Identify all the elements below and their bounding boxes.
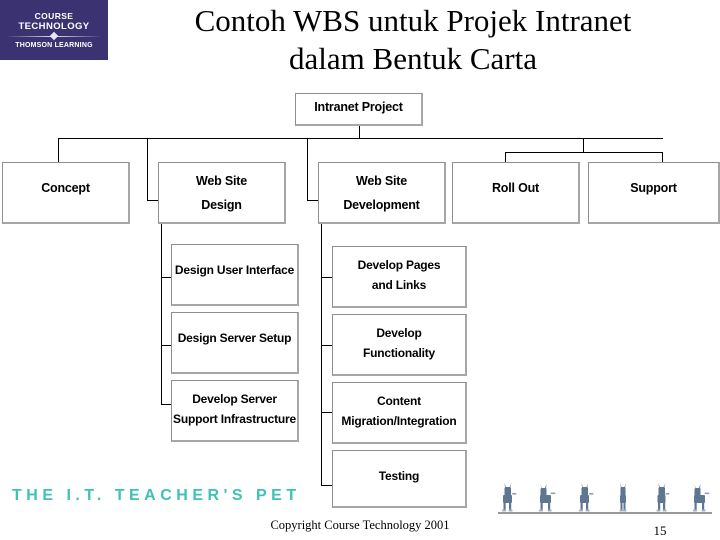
page-number: 15 <box>653 523 667 538</box>
wbs-node-label-line-1: Content <box>377 394 421 408</box>
wbs-node-develop-pages-and-links[interactable]: Develop Pages and Links <box>332 246 467 308</box>
wbs-node-label: Support <box>630 181 677 195</box>
wbs-node-label-line-1: Develop Server <box>192 392 277 406</box>
wbs-node-label-line-1: Web Site <box>196 174 247 188</box>
connector-stub-content-migration <box>321 412 332 413</box>
dog-figurine-icon <box>539 484 556 512</box>
connector-stub-develop-functionality <box>321 345 332 346</box>
wbs-node-design-server-setup[interactable]: Design Server Setup <box>171 312 299 374</box>
wbs-node-support[interactable]: Support <box>588 162 720 224</box>
wbs-node-web-site-design[interactable]: Web Site Design <box>158 162 286 224</box>
connector-elbow-web-site-development <box>307 200 318 201</box>
wbs-node-design-user-interface[interactable]: Design User Interface <box>171 244 299 306</box>
wbs-node-label-line-1: Develop <box>376 326 422 340</box>
connector-drop-web-site-design <box>147 138 148 200</box>
connector-drop-roll-out <box>505 152 506 162</box>
wbs-node-label: Concept <box>41 181 90 195</box>
dog-figurine-row <box>496 478 712 512</box>
connector-spine-design <box>161 224 162 404</box>
connector-drop-support <box>662 152 663 162</box>
wbs-node-concept[interactable]: Concept <box>2 162 130 224</box>
wbs-node-label: Design Server Setup <box>177 331 292 345</box>
wbs-node-label-line-1: Web Site <box>356 174 407 188</box>
connector-spine-development <box>321 224 322 486</box>
wbs-node-intranet-project[interactable]: Intranet Project <box>295 93 423 126</box>
footer-divider <box>498 512 712 514</box>
dog-figurine-icon <box>692 484 710 512</box>
wbs-chart: Intranet Project Concept Web Site Design… <box>0 0 720 540</box>
connector-drop-roll-out-stem <box>583 138 584 153</box>
dog-figurine-icon <box>656 483 670 512</box>
wbs-node-label: Design User Interface <box>174 263 295 277</box>
wbs-node-develop-functionality[interactable]: Develop Functionality <box>332 314 467 376</box>
wbs-node-label-line-2: and Links <box>371 278 427 292</box>
connector-stub-develop-pages <box>321 277 332 278</box>
it-teachers-pet-brand: THE I.T. TEACHER'S PET <box>12 487 301 504</box>
connector-elbow-web-site-design <box>147 200 158 201</box>
wbs-node-label-line-2: Development <box>343 198 420 212</box>
wbs-node-develop-server-support-infrastructure[interactable]: Develop Server Support Infrastructure <box>171 380 299 442</box>
wbs-node-label: Roll Out <box>491 181 539 195</box>
wbs-node-label-line-2: Functionality <box>362 346 436 360</box>
wbs-node-label: Testing <box>378 469 420 483</box>
connector-sub-bus-right <box>505 152 663 153</box>
dog-figurine-icon <box>502 483 517 512</box>
wbs-node-web-site-development[interactable]: Web Site Development <box>318 162 446 224</box>
connector-stub-testing <box>321 485 332 486</box>
connector-drop-web-site-development <box>307 138 308 200</box>
copyright-text: Copyright Course Technology 2001 <box>270 518 450 532</box>
wbs-node-content-migration-integration[interactable]: Content Migration/Integration <box>332 382 467 444</box>
wbs-node-label: Intranet Project <box>314 100 403 114</box>
wbs-node-label-line-2: Support Infrastructure <box>173 412 296 426</box>
dog-figurine-icon <box>619 483 627 512</box>
wbs-node-label-line-2: Design <box>201 198 242 212</box>
wbs-node-label-line-2: Migration/Integration <box>341 414 457 428</box>
dog-figurine-icon <box>578 483 594 512</box>
wbs-node-roll-out[interactable]: Roll Out <box>452 162 580 224</box>
connector-drop-concept <box>58 138 59 162</box>
connector-level2-bus <box>58 138 663 139</box>
wbs-node-label-line-1: Develop Pages <box>357 258 441 272</box>
wbs-node-testing[interactable]: Testing <box>332 450 467 508</box>
